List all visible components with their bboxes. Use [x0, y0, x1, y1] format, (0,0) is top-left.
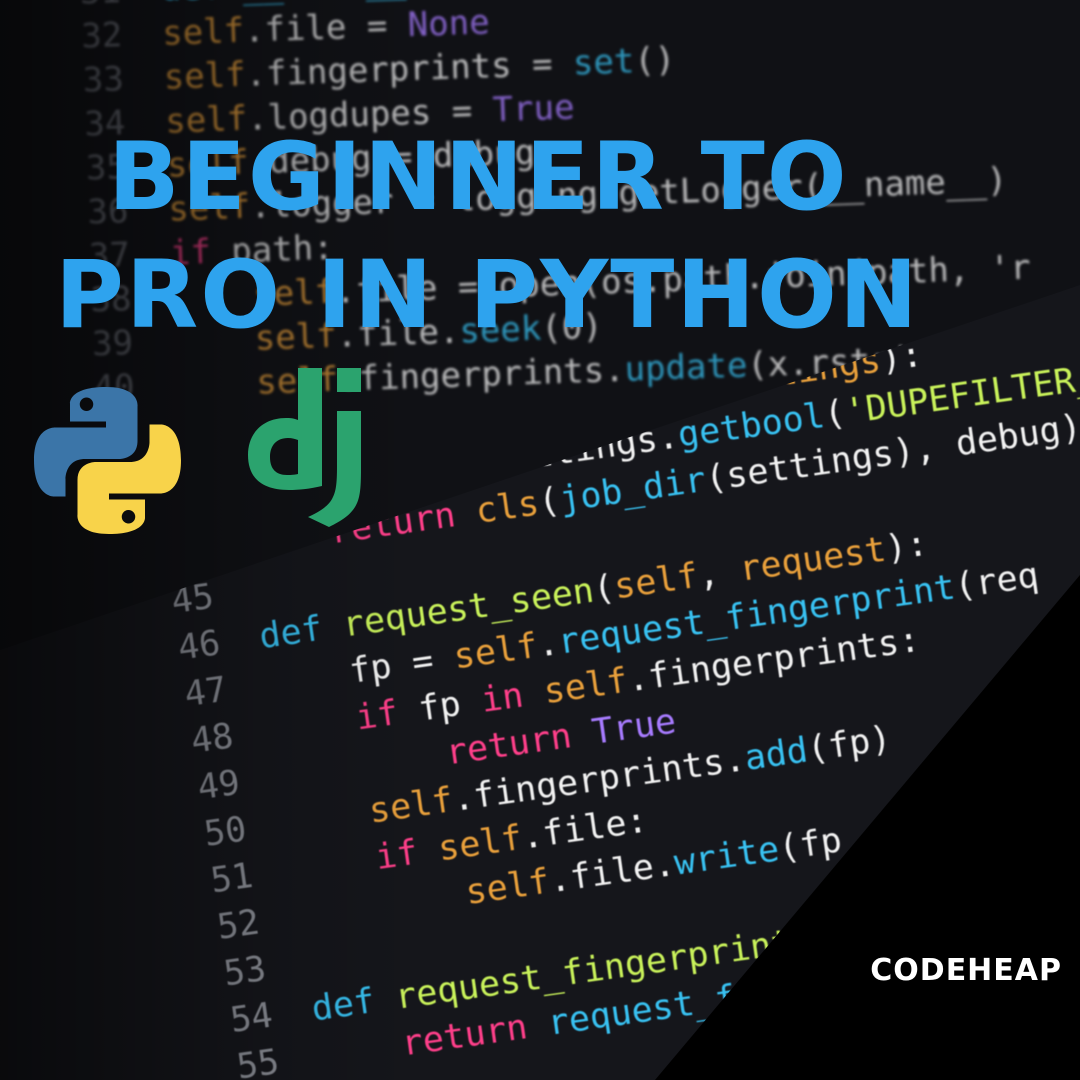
code-token: self [541, 660, 631, 713]
code-token: def [160, 0, 243, 10]
code-token: cls [473, 483, 542, 532]
line-number: 32 [80, 15, 123, 57]
code-token: add [742, 730, 811, 779]
code-token: None [407, 2, 491, 46]
python-logo-icon [25, 378, 190, 543]
headline-line-1: BEGINNER TO [108, 123, 849, 232]
code-token: self [163, 54, 247, 98]
code-token: ( [406, 0, 428, 1]
code-token: (req [952, 555, 1042, 607]
code-token: self [451, 626, 541, 678]
code-token: set [572, 41, 636, 84]
django-logo-icon [248, 368, 398, 548]
code-token: fp [416, 681, 485, 730]
code-token: .file = [243, 5, 409, 51]
code-token: self [161, 10, 245, 54]
brand-name: CODEHEAP [870, 953, 1062, 988]
code-token: in [478, 672, 547, 721]
code-token: def [256, 605, 346, 658]
code-token: (fp [776, 820, 845, 870]
line-number: 33 [82, 59, 125, 101]
poster: 31def __init__(self, path...32self.file … [0, 0, 1080, 1080]
code-token: , [695, 550, 743, 596]
code-token: True [589, 701, 679, 753]
code-token: () [633, 39, 676, 82]
code-token: ): [882, 523, 931, 570]
code-token: self [611, 556, 701, 608]
code-token: (fp) [804, 718, 894, 771]
code-token: update [623, 345, 749, 390]
code-token: def [309, 978, 399, 1030]
code-token: self [435, 818, 525, 870]
headline-line-2: PRO IN PYTHON [55, 241, 920, 350]
